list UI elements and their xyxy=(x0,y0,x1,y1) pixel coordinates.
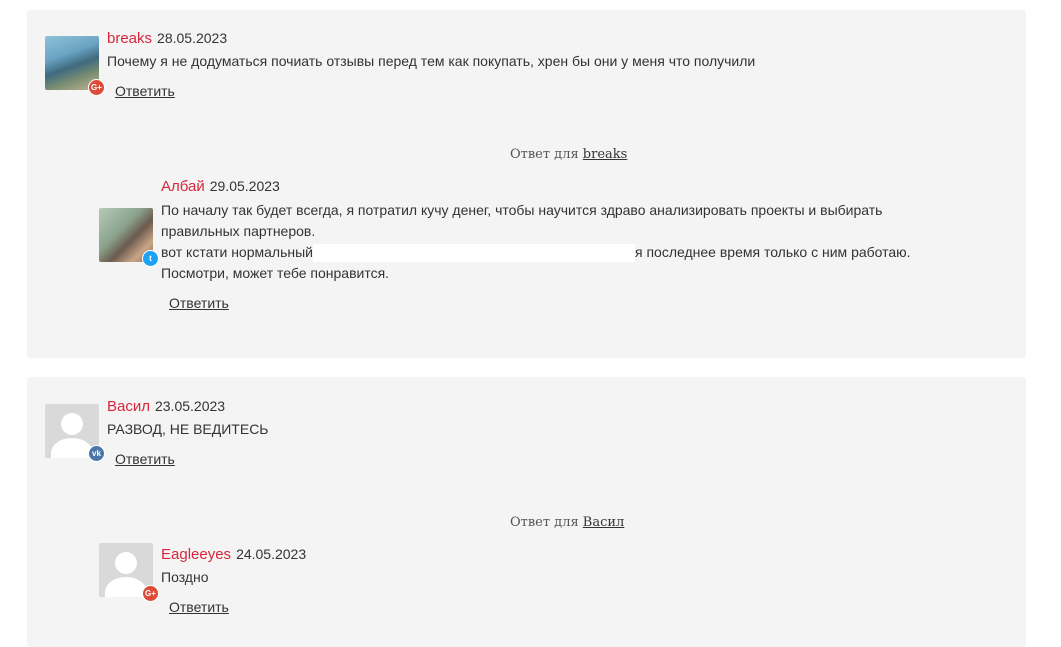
comment-thread-1: G+ breaks 28.05.2023 Почему я не додумать… xyxy=(27,10,1026,358)
avatar-body-shape xyxy=(51,438,93,458)
twitter-icon: t xyxy=(142,250,159,267)
reply-button[interactable]: Ответить xyxy=(115,83,175,99)
avatar-head-shape xyxy=(61,413,83,435)
reply-date: 24.05.2023 xyxy=(236,546,307,562)
comment-date: 28.05.2023 xyxy=(157,30,228,46)
reply-text-line: Посмотри, может тебе понравится. xyxy=(161,265,390,281)
comment-date: 23.05.2023 xyxy=(154,398,226,414)
reply-text: По началу так будет всегда, я потратил к… xyxy=(161,200,911,284)
comment-author[interactable]: Васил xyxy=(107,398,150,415)
reply-author[interactable]: Албай xyxy=(161,178,205,195)
comment-text: РАЗВОД, НЕ ВЕДИТЕСЬ xyxy=(107,421,269,437)
reply-text-line: По началу так будет всегда, я потратил к… xyxy=(161,202,883,218)
vk-icon: vk xyxy=(88,445,105,462)
reply-text-line: правильных партнеров. xyxy=(161,223,316,239)
reply-for-target[interactable]: breaks xyxy=(583,147,628,162)
reply-text: Поздно xyxy=(161,569,209,585)
reply-for-label: Ответ для Васил xyxy=(510,515,624,530)
reply-text-fragment: вот кстати нормальный xyxy=(161,244,313,260)
comment-author[interactable]: breaks xyxy=(107,30,152,47)
avatar-body-shape xyxy=(105,577,147,597)
reply-meta: Албай 29.05.2023 xyxy=(161,178,280,195)
comment-meta: Васил 23.05.2023 xyxy=(107,398,225,415)
reply-text-line: вот кстати нормальный я последнее время т… xyxy=(161,242,911,263)
reply-button[interactable]: Ответить xyxy=(115,451,175,467)
reply-text-fragment: я последнее время только с ним работаю. xyxy=(635,244,911,260)
redacted-link-placeholder xyxy=(313,244,635,263)
reply-date: 29.05.2023 xyxy=(209,178,280,194)
reply-author[interactable]: Eagleeyes xyxy=(161,546,231,563)
reply-for-prefix: Ответ для xyxy=(510,515,579,530)
comment-text: Почему я не додуматься почиать отзывы пе… xyxy=(107,53,756,69)
reply-for-label: Ответ для breaks xyxy=(510,147,627,162)
avatar-head-shape xyxy=(115,552,137,574)
reply-for-target[interactable]: Васил xyxy=(583,515,625,530)
comment-meta: breaks 28.05.2023 xyxy=(107,30,227,47)
google-plus-icon: G+ xyxy=(88,79,105,96)
google-plus-icon: G+ xyxy=(142,585,159,602)
reply-for-prefix: Ответ для xyxy=(510,147,579,162)
comment-thread-2: vk Васил 23.05.2023 РАЗВОД, НЕ ВЕДИТЕСЬ О… xyxy=(27,377,1026,647)
reply-meta: Eagleeyes 24.05.2023 xyxy=(161,546,306,563)
reply-button[interactable]: Ответить xyxy=(169,599,229,615)
reply-button[interactable]: Ответить xyxy=(169,295,229,311)
